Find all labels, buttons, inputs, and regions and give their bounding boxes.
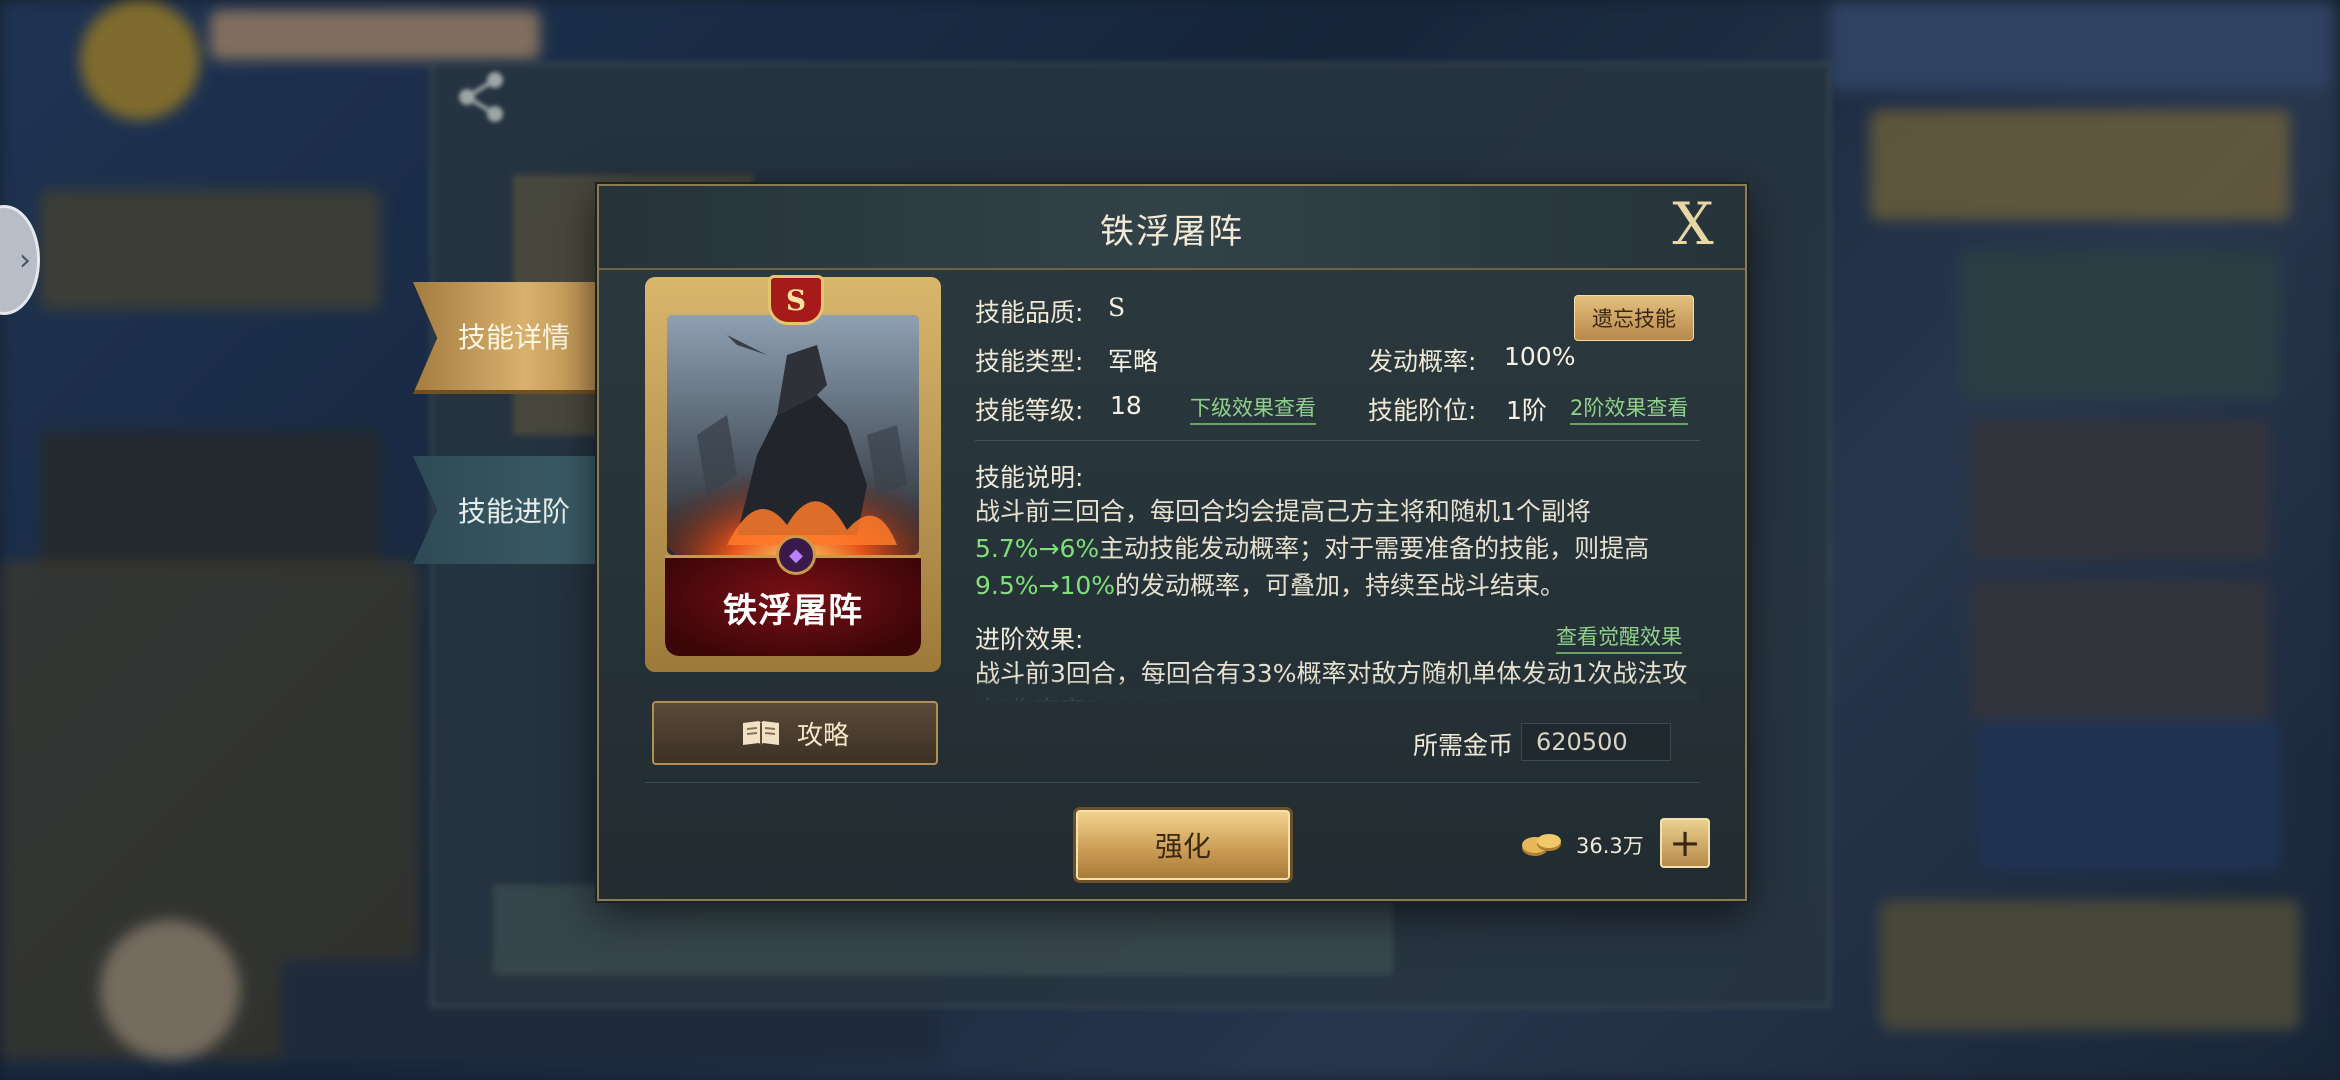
advance-label: 进阶效果: bbox=[975, 625, 1084, 654]
cost-value: 620500 bbox=[1521, 723, 1671, 761]
rate-value: 100% bbox=[1504, 342, 1576, 371]
awaken-effect-link[interactable]: 查看觉醒效果 bbox=[1556, 621, 1682, 654]
dialog-title: 铁浮屠阵 bbox=[1100, 212, 1244, 252]
grade-badge: S bbox=[768, 275, 824, 325]
tab-skill-advance[interactable]: 技能进阶 bbox=[413, 456, 615, 564]
chevron-right-icon: › bbox=[19, 242, 31, 278]
tab-skill-details[interactable]: 技能详情 bbox=[413, 282, 615, 394]
skill-card-art bbox=[667, 315, 919, 555]
level-value: 18 bbox=[1110, 391, 1142, 420]
dialog-header: 铁浮屠阵 X bbox=[599, 186, 1745, 270]
type-label: 技能类型: bbox=[975, 347, 1084, 376]
tier2-effect-link[interactable]: 2阶效果查看 bbox=[1570, 392, 1689, 425]
quality-value: S bbox=[1108, 293, 1126, 322]
tier-value: 1阶 bbox=[1506, 396, 1547, 425]
skill-card: S 铁浮屠阵 ◆ bbox=[645, 275, 941, 672]
book-icon bbox=[742, 721, 779, 745]
gold-coins-icon bbox=[1522, 834, 1561, 856]
tier-label: 技能阶位: bbox=[1368, 396, 1477, 425]
quality-label: 技能品质: bbox=[975, 298, 1084, 327]
skill-card-name: 铁浮屠阵 bbox=[723, 590, 863, 631]
rate-label: 发动概率: bbox=[1368, 347, 1477, 376]
tab-skill-details-label: 技能详情 bbox=[457, 321, 570, 354]
description-text-3: 的发动概率，可叠加，持续至战斗结束。 bbox=[1115, 571, 1566, 600]
cavalry-illustration bbox=[667, 315, 919, 555]
gold-amount: 36.3万 bbox=[1576, 834, 1644, 858]
description-highlight-2: 9.5%→10% bbox=[975, 571, 1116, 600]
share-icon bbox=[459, 72, 503, 122]
add-gold-button[interactable]: + bbox=[1660, 818, 1710, 868]
description-text: 战斗前三回合，每回合均会提高己方主将和随机1个副将 5.7%→6%主动技能发动概率… bbox=[975, 493, 1700, 604]
bottom-divider bbox=[645, 782, 1700, 783]
upgrade-button[interactable]: 强化 bbox=[1076, 810, 1290, 880]
description-label: 技能说明: bbox=[975, 463, 1084, 492]
guide-button-label: 攻略 bbox=[796, 720, 849, 751]
forget-skill-button[interactable]: 遗忘技能 bbox=[1574, 295, 1694, 341]
description-highlight-1: 5.7%→6% bbox=[975, 534, 1100, 563]
description-text-2: 主动技能发动概率；对于需要准备的技能，则提高 bbox=[1099, 534, 1650, 563]
scroll-fade bbox=[975, 678, 1700, 702]
gem-icon: ◆ bbox=[776, 535, 816, 575]
cost-label: 所需金币 bbox=[1413, 731, 1514, 760]
tab-skill-advance-label: 技能进阶 bbox=[457, 495, 570, 528]
type-value: 军略 bbox=[1108, 347, 1159, 376]
close-button[interactable]: X bbox=[1663, 192, 1723, 256]
description-text-1: 战斗前三回合，每回合均会提高己方主将和随机1个副将 bbox=[975, 497, 1591, 526]
level-label: 技能等级: bbox=[975, 396, 1084, 425]
divider bbox=[975, 440, 1700, 441]
guide-button[interactable]: 攻略 bbox=[652, 701, 938, 765]
next-level-effect-link[interactable]: 下级效果查看 bbox=[1190, 392, 1316, 425]
